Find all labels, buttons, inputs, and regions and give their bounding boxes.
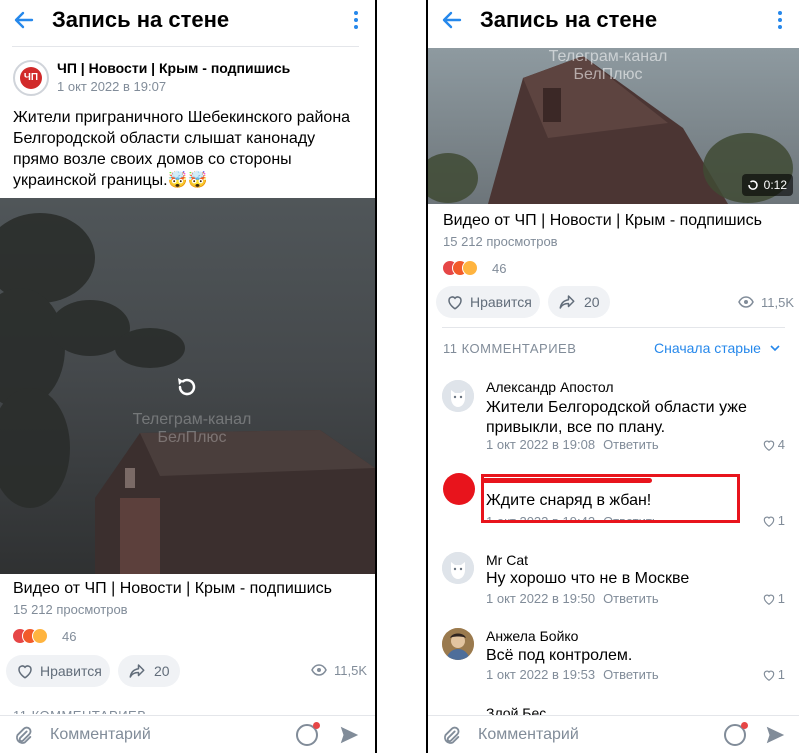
video-watermark: Телеграм-канал БелПлюс [548,48,668,83]
heart-outline-icon [763,440,775,451]
reply-link[interactable]: Ответить [603,591,659,606]
comment-like-button[interactable]: 1 [762,591,785,606]
left-screen: Запись на стене ЧП ЧП | Новости | Крым -… [0,0,375,753]
eye-icon [311,664,327,676]
comment-text: Жители Белгородской области уже привыкли… [486,399,747,436]
video-title[interactable]: Видео от ЧП | Новости | Крым - подпишись [13,580,332,598]
page-title: Запись на стене [480,7,658,32]
user-photo-icon [442,628,474,660]
back-arrow-icon[interactable] [440,8,464,32]
comment-author[interactable]: Mr Cat [486,552,528,568]
comment-meta: 1 окт 2022 в 19:53 Ответить [486,667,659,682]
replay-icon [747,180,758,190]
reactions[interactable] [12,628,62,646]
post-date: 1 окт 2022 в 19:07 [57,79,167,94]
post-text: Жители приграничного Шебекинского района… [13,109,351,189]
send-icon[interactable] [338,724,360,746]
reply-link[interactable]: Ответить [603,667,659,682]
sort-dropdown[interactable]: Сначала старые [654,340,780,356]
like-button[interactable]: Нравится [436,286,540,318]
comment-composer: Комментарий [428,715,799,753]
divider [12,46,359,47]
video-title[interactable]: Видео от ЧП | Новости | Крым - подпишись [443,212,762,230]
comment-author[interactable]: Анжела Бойко [486,628,578,644]
post-source-name[interactable]: ЧП | Новости | Крым - подпишись [57,60,290,76]
share-icon [559,295,575,309]
like-button[interactable]: Нравится [6,655,110,687]
video-player[interactable]: Телеграм-канал БелПлюс 0:12 [428,48,799,204]
comments-count-partial: 11 КОММЕНТАРИЕВ [13,708,146,714]
reply-link[interactable]: Ответить [603,437,659,452]
video-watermark: Телеграм-канал БелПлюс [132,411,252,446]
source-avatar[interactable]: ЧП [13,60,49,96]
attach-icon[interactable] [440,725,462,747]
share-icon [129,664,145,678]
more-options-icon[interactable] [777,10,783,30]
avatar[interactable] [442,552,474,584]
avatar[interactable] [442,628,474,660]
highlight-box [481,474,740,523]
avatar[interactable] [442,380,474,412]
redacted-avatar [443,473,475,505]
reactions-count: 46 [492,261,507,276]
comment-like-button[interactable]: 1 [762,667,785,682]
heart-outline-icon [763,670,775,681]
chevron-down-icon [770,345,780,352]
heart-outline-icon [18,665,32,679]
replay-icon[interactable] [173,373,201,401]
divider [442,327,785,328]
comments-count: 11 КОММЕНТАРИЕВ [443,341,577,356]
comment-input[interactable]: Комментарий [478,726,579,744]
heart-outline-icon [448,296,462,310]
comment-text: Ну хорошо что не в Москве [486,570,690,587]
video-views: 15 212 просмотров [13,602,128,617]
reactions-count: 46 [62,629,77,644]
back-arrow-icon[interactable] [12,8,36,32]
shocked-reaction-icon [462,260,478,276]
duration-badge: 0:12 [741,174,793,196]
page-title: Запись на стене [52,7,230,32]
emoji-icon[interactable] [724,722,748,746]
video-player[interactable]: Телеграм-канал БелПлюс [0,198,375,574]
video-views: 15 212 просмотров [443,234,558,249]
comment-meta: 1 окт 2022 в 19:08 Ответить [486,437,659,452]
send-icon[interactable] [764,724,786,746]
dog-avatar-icon [442,552,474,584]
comment-meta: 1 окт 2022 в 19:50 Ответить [486,591,659,606]
comment-like-button[interactable]: 1 [762,513,785,528]
more-options-icon[interactable] [353,10,359,30]
dog-avatar-icon [442,380,474,412]
comment-composer: Комментарий [0,715,375,753]
top-bar: Запись на стене [428,0,799,42]
emoji-icon[interactable] [296,722,320,746]
views-count: 11,5K [334,663,368,678]
comment-author[interactable]: Александр Апостол [486,379,614,395]
views-count: 11,5K [761,295,795,310]
heart-outline-icon [763,594,775,605]
right-screen: Запись на стене Телеграм-канал БелПлюс 0… [428,0,799,753]
share-button[interactable]: 20 [548,286,610,318]
shocked-reaction-icon [32,628,48,644]
heart-outline-icon [763,516,775,527]
comment-like-button[interactable]: 4 [762,437,785,452]
separator [375,0,377,753]
attach-icon[interactable] [12,725,34,747]
eye-icon [738,296,754,308]
reactions[interactable] [442,260,492,278]
comment-text: Всё под контролем. [486,647,633,664]
comment-input[interactable]: Комментарий [50,726,151,744]
sort-label: Сначала старые [654,340,761,356]
top-bar: Запись на стене [0,0,375,42]
share-button[interactable]: 20 [118,655,180,687]
